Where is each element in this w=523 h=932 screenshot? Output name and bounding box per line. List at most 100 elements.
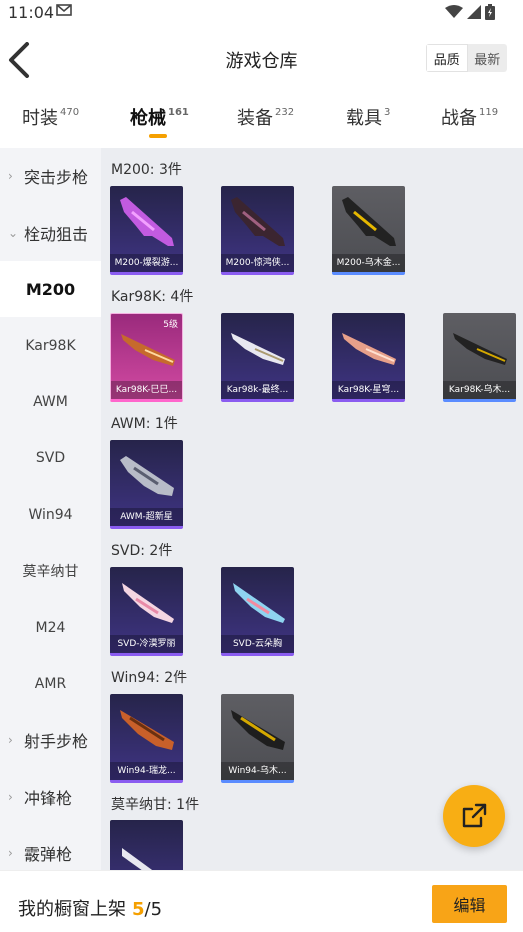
weapon-card-label: M200-乌木金... <box>332 254 405 272</box>
tab-supplies[interactable]: 战备 119 <box>441 104 498 130</box>
weapon-card-label: Kar98K-巳巳... <box>111 381 182 399</box>
sidebar-item-mosin[interactable]: 莫辛纳甘 <box>0 543 101 599</box>
section-title: M200: 3件 <box>111 162 182 178</box>
weapon-card-label: M200-爆裂游... <box>110 254 183 272</box>
rifle-icon <box>453 333 507 365</box>
sidebar-item-m200[interactable]: M200 <box>0 261 101 317</box>
tab-label: 装备 <box>237 108 273 129</box>
sidebar-item-m24[interactable]: M24 <box>0 600 101 656</box>
tab-count: 3 <box>384 107 391 118</box>
weapon-grid: M200: 3件 M200-爆裂游... M200-惊鸿侠... M200-乌木… <box>101 148 523 870</box>
rifle-icon <box>120 456 174 496</box>
section-title: 莫辛纳甘: 1件 <box>111 797 200 813</box>
sort-quality-button[interactable]: 品质 <box>426 44 468 72</box>
rifle-icon <box>231 333 285 365</box>
edit-button[interactable]: 编辑 <box>432 885 507 923</box>
tab-label: 载具 <box>346 108 382 129</box>
sidebar-group-label: 射手步枪 <box>24 732 89 751</box>
sidebar-group-assault-rifle[interactable]: › 突击步枪 <box>0 148 101 204</box>
status-bar: 11:04 <box>0 0 523 26</box>
sidebar-group-smg[interactable]: › 冲锋枪 <box>0 769 101 825</box>
weapon-card[interactable]: AWM-超新星 <box>110 440 183 529</box>
rifle-icon <box>120 197 174 246</box>
tab-label: 战备 <box>441 108 477 129</box>
weapon-level-badge: 5级 <box>163 320 178 330</box>
weapon-card[interactable]: M200-爆裂游... <box>110 186 183 275</box>
tab-weapons[interactable]: 枪械 161 <box>130 104 189 130</box>
weapon-card-label: Win94-乌木... <box>221 762 294 780</box>
sidebar-item-kar98k[interactable]: Kar98K <box>0 318 101 374</box>
sidebar-group-label: 突击步枪 <box>24 168 89 187</box>
section-title: Win94: 2件 <box>111 670 188 686</box>
weapon-card[interactable]: M200-惊鸿侠... <box>221 186 294 275</box>
bottom-bar: 我的橱窗上架 5/5 编辑 <box>0 870 523 932</box>
sidebar-item-awm[interactable]: AWM <box>0 374 101 430</box>
sidebar-group-marksman[interactable]: › 射手步枪 <box>0 712 101 768</box>
shelf-total-count: 5 <box>150 899 163 920</box>
tab-equipment[interactable]: 装备 232 <box>237 104 294 130</box>
tab-count: 161 <box>168 107 189 118</box>
tab-count: 470 <box>60 107 80 118</box>
weapon-card[interactable]: Kar98K-星穹... <box>332 313 405 402</box>
section-title: Kar98K: 4件 <box>111 289 194 305</box>
weapon-card[interactable]: Kar98K-乌木... <box>443 313 516 402</box>
shelf-status: 我的橱窗上架 5/5 <box>18 895 162 921</box>
header: 游戏仓库 品质 最新 <box>0 30 523 90</box>
weapon-card[interactable] <box>110 820 183 870</box>
shelf-label: 我的橱窗上架 <box>18 899 126 920</box>
chevron-right-icon: › <box>8 846 13 860</box>
weapon-card-label: AWM-超新星 <box>110 508 183 526</box>
sidebar-item-win94[interactable]: Win94 <box>0 487 101 543</box>
rifle-icon <box>122 583 174 623</box>
chevron-down-icon: ⌄ <box>8 226 19 240</box>
wifi-icon <box>445 5 463 18</box>
weapon-card-label: SVD-云朵胸 <box>221 635 294 653</box>
tab-count: 232 <box>275 107 295 118</box>
weapon-card[interactable]: Win94-乌木... <box>221 694 294 783</box>
tab-vehicles[interactable]: 载具 3 <box>346 104 390 130</box>
sort-latest-button[interactable]: 最新 <box>468 44 508 72</box>
weapon-card[interactable]: SVD-冷漠罗丽 <box>110 567 183 656</box>
sidebar-group-bolt-sniper[interactable]: ⌄ 栓动狙击 <box>0 205 101 261</box>
weapon-card-label: Win94-瑞龙... <box>110 762 183 780</box>
rifle-icon <box>342 333 396 365</box>
weapon-card[interactable]: Kar98k-最终... <box>221 313 294 402</box>
tab-count: 119 <box>479 107 499 118</box>
active-tab-indicator <box>149 134 167 138</box>
weapon-card[interactable]: M200-乌木金... <box>332 186 405 275</box>
tab-outfit[interactable]: 时装 470 <box>22 104 79 130</box>
rifle-icon <box>342 197 396 246</box>
shelf-current-count: 5 <box>132 899 145 920</box>
sidebar-group-label: 栓动狙击 <box>24 225 89 244</box>
section-title: SVD: 2件 <box>111 543 173 559</box>
weapon-card[interactable]: 5级 Kar98K-巳巳... <box>110 313 183 402</box>
sidebar: › 突击步枪 ⌄ 栓动狙击 M200 Kar98K AWM SVD Win94 莫辛… <box>0 148 101 870</box>
tab-label: 时装 <box>22 108 58 129</box>
weapon-card-label: Kar98k-最终... <box>221 381 294 399</box>
weapon-card-label: M200-惊鸿侠... <box>221 254 294 272</box>
share-icon <box>462 803 487 828</box>
signal-icon <box>467 5 481 19</box>
chevron-right-icon: › <box>8 790 13 804</box>
sort-toggle: 品质 最新 <box>426 44 507 72</box>
weapon-card-label: SVD-冷漠罗丽 <box>110 635 183 653</box>
share-button[interactable] <box>443 785 505 847</box>
chevron-right-icon: › <box>8 733 13 747</box>
rifle-icon <box>231 710 285 750</box>
weapon-card-label: Kar98K-星穹... <box>332 381 405 399</box>
rifle-icon <box>233 583 285 623</box>
weapon-card[interactable]: Win94-瑞龙... <box>110 694 183 783</box>
sidebar-item-svd[interactable]: SVD <box>0 430 101 486</box>
battery-icon <box>485 4 495 20</box>
sidebar-group-label: 霰弹枪 <box>24 845 73 864</box>
rifle-icon <box>120 710 174 750</box>
status-time: 11:04 <box>8 3 55 22</box>
weapon-card[interactable]: SVD-云朵胸 <box>221 567 294 656</box>
rifle-icon <box>122 848 153 870</box>
rifle-icon <box>231 197 285 246</box>
category-tabs: 时装 470 枪械 161 装备 232 载具 3 战备 119 <box>0 96 523 146</box>
mail-icon <box>56 4 72 16</box>
sidebar-item-amr[interactable]: AMR <box>0 656 101 712</box>
section-title: AWM: 1件 <box>111 416 178 432</box>
tab-label: 枪械 <box>130 108 166 129</box>
